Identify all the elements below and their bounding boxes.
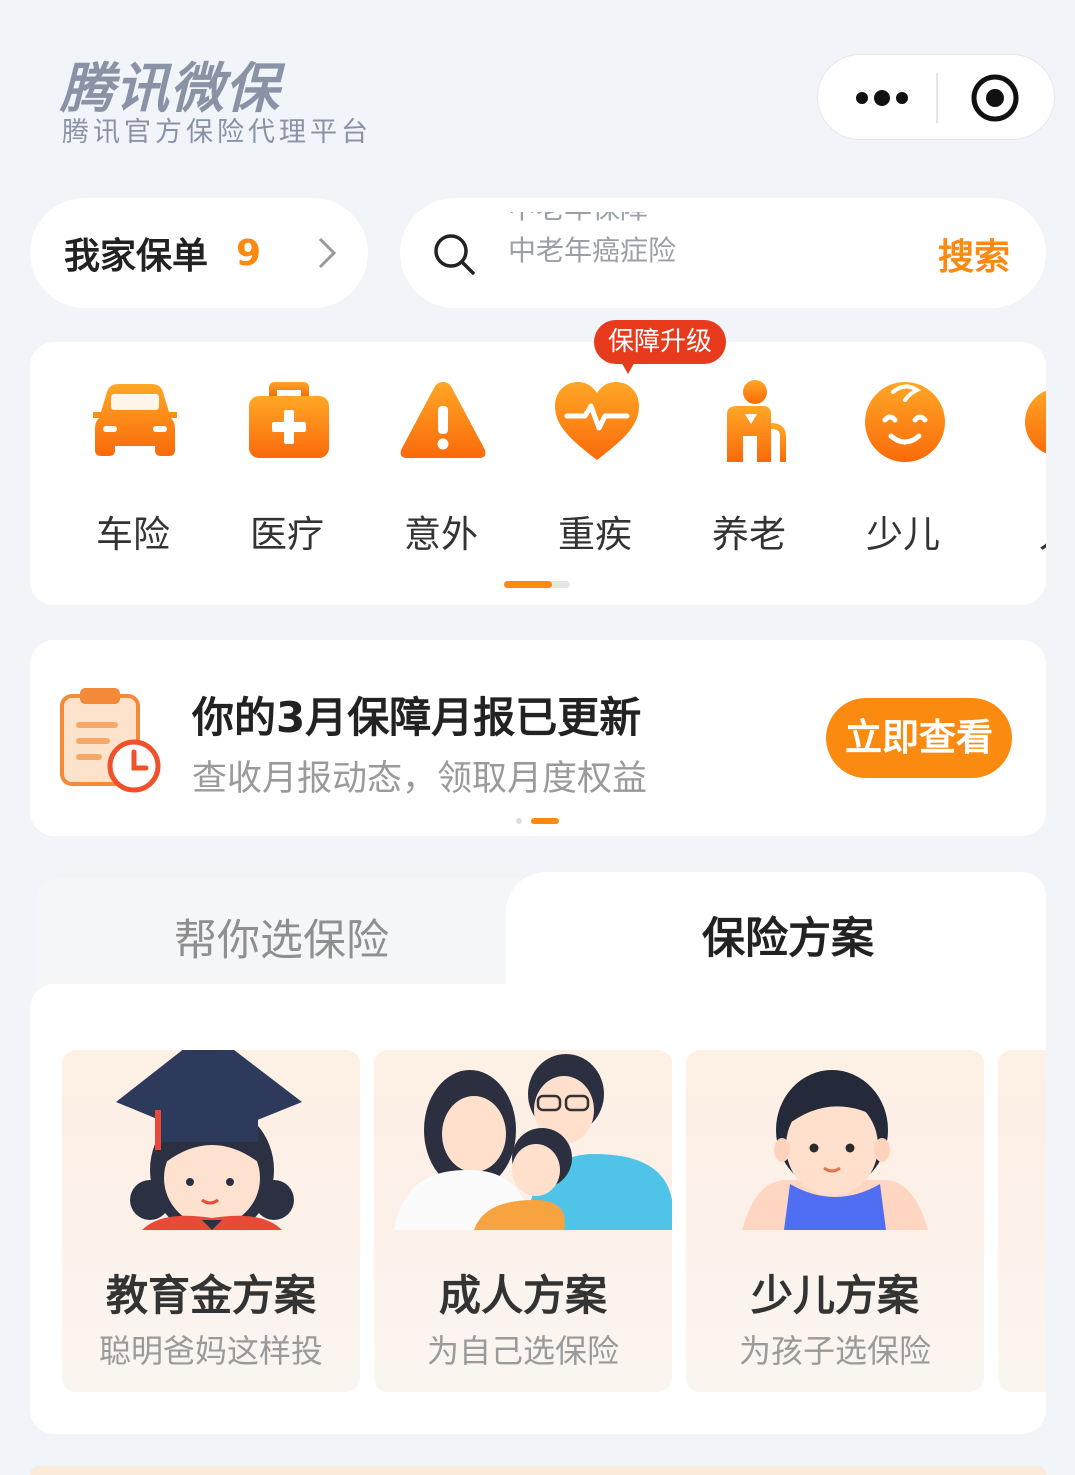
person-icon: [1025, 390, 1046, 454]
plan-card-adult[interactable]: 成人方案 为自己选保险: [374, 1050, 672, 1392]
category-car[interactable]: 车险: [56, 342, 210, 572]
category-children[interactable]: 少儿: [826, 342, 980, 572]
category-card: 车险 医疗 意外 重疾 养老 少儿: [30, 342, 1046, 605]
plan-card-peek[interactable]: [998, 1050, 1046, 1392]
report-subtitle: 查收月报动态，领取月度权益: [192, 759, 648, 799]
capsule-divider: [936, 73, 938, 123]
category-label: 养老: [712, 513, 786, 556]
placeholder-line-1: 中老年保障: [508, 212, 808, 230]
category-label: 意外: [404, 513, 478, 556]
more-icon[interactable]: [854, 85, 910, 111]
tab-insurance-plans[interactable]: 保险方案: [506, 872, 1046, 1002]
search-bar[interactable]: 中老年保障 中老年癌症险 搜索: [400, 198, 1046, 308]
my-family-policy-button[interactable]: 我家保单 9: [30, 198, 368, 308]
upgrade-badge: 保障升级: [594, 320, 727, 364]
brand-subtitle: 腾讯官方保险代理平台: [62, 117, 372, 148]
category-pension[interactable]: 养老: [672, 342, 826, 572]
elderly-icon: [727, 380, 786, 462]
mini-program-capsule: [817, 54, 1055, 140]
search-button[interactable]: 搜索: [938, 228, 1010, 280]
category-label: 人: [980, 504, 1047, 558]
category-label: 车险: [96, 513, 170, 556]
report-title: 你的3月保障月报已更新: [192, 693, 642, 742]
baby-icon: [865, 382, 945, 462]
plan-title: 教育金方案: [105, 1271, 316, 1320]
view-now-button[interactable]: 立即查看: [826, 698, 1012, 778]
category-label: 医疗: [250, 513, 324, 556]
search-icon: [434, 234, 475, 275]
pagination-dot-active: [531, 817, 560, 824]
category-person[interactable]: 人: [980, 342, 1046, 572]
plan-card-children[interactable]: 少儿方案 为孩子选保险: [686, 1050, 984, 1392]
category-critical-illness[interactable]: 重疾: [518, 342, 672, 572]
pagination-dot: [516, 817, 522, 824]
plan-subtitle: 为孩子选保险: [738, 1332, 931, 1370]
tab-label: 保险方案: [702, 914, 874, 964]
plan-panel: 教育金方案 聪明爸妈这样投 成人方案 为自己选保险 少儿方案 为孩子选保险: [30, 984, 1046, 1434]
car-icon: [93, 384, 177, 456]
medical-kit-icon: [249, 382, 329, 458]
policy-count: 9: [236, 232, 262, 274]
policy-label: 我家保单: [64, 236, 209, 277]
report-clock-icon: [60, 688, 161, 793]
monthly-report-banner[interactable]: 你的3月保障月报已更新 查收月报动态，领取月度权益 立即查看: [30, 640, 1046, 836]
plan-subtitle: 为自己选保险: [426, 1332, 619, 1370]
chevron-right-icon: [318, 237, 337, 269]
graduate-girl-illustration: [116, 1050, 302, 1230]
plan-subtitle: 聪明爸妈这样投: [98, 1332, 323, 1370]
boy-illustration: [742, 1070, 928, 1230]
placeholder-line-2: 中老年癌症险: [508, 234, 677, 267]
category-medical[interactable]: 医疗: [210, 342, 364, 572]
tab-label: 帮你选保险: [174, 916, 389, 966]
plan-title: 少儿方案: [750, 1271, 919, 1320]
category-accident[interactable]: 意外: [364, 342, 518, 572]
warning-icon: [400, 382, 486, 458]
banner-pagination: [516, 810, 560, 829]
target-icon[interactable]: [970, 73, 1020, 123]
plan-card-education[interactable]: 教育金方案 聪明爸妈这样投: [62, 1050, 360, 1392]
family-illustration: [394, 1054, 672, 1230]
category-scroll-indicator: [504, 581, 570, 588]
category-label: 重疾: [558, 513, 632, 556]
badge-tail: [620, 360, 636, 374]
category-label: 少儿: [866, 513, 940, 556]
plan-title: 成人方案: [438, 1271, 607, 1320]
search-rotating-placeholder: 中老年保障 中老年癌症险: [508, 212, 808, 284]
next-section-edge: [30, 1466, 1046, 1475]
heart-pulse-icon: [555, 382, 639, 460]
scroll-thumb: [504, 581, 552, 588]
tab-help-choose[interactable]: 帮你选保险: [36, 878, 556, 988]
card-fade: [998, 1230, 1046, 1392]
